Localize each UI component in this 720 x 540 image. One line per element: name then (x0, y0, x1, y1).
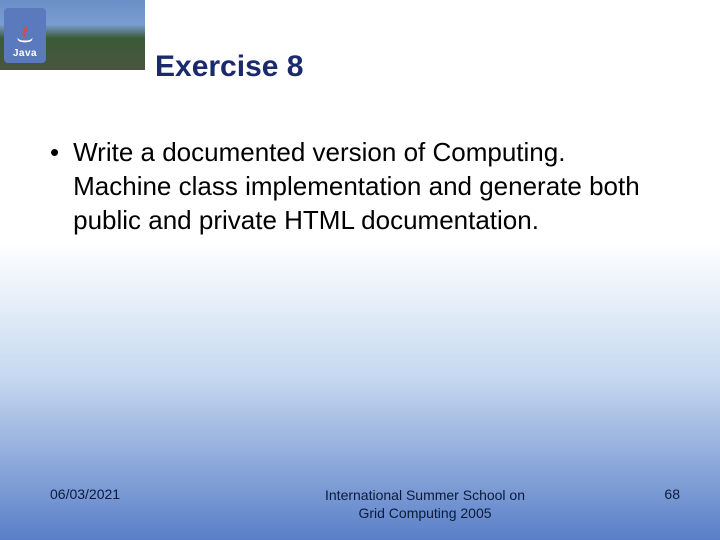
footer-page-number: 68 (620, 486, 680, 502)
footer-center: International Summer School on Grid Comp… (230, 486, 620, 522)
bullet-marker-icon: • (50, 135, 59, 169)
footer-date: 06/03/2021 (50, 486, 230, 502)
header-banner-image: Java (0, 0, 145, 70)
bullet-item: • Write a documented version of Computin… (40, 135, 660, 237)
slide-body: • Write a documented version of Computin… (40, 135, 660, 237)
java-logo-label: Java (13, 48, 37, 59)
footer-center-line1: International Summer School on (230, 486, 620, 504)
java-logo: Java (4, 8, 46, 63)
bullet-text: Write a documented version of Computing.… (73, 135, 660, 237)
footer-center-line2: Grid Computing 2005 (230, 504, 620, 522)
slide-title: Exercise 8 (155, 50, 303, 84)
slide-footer: 06/03/2021 International Summer School o… (0, 486, 720, 522)
java-cup-icon (14, 24, 36, 46)
